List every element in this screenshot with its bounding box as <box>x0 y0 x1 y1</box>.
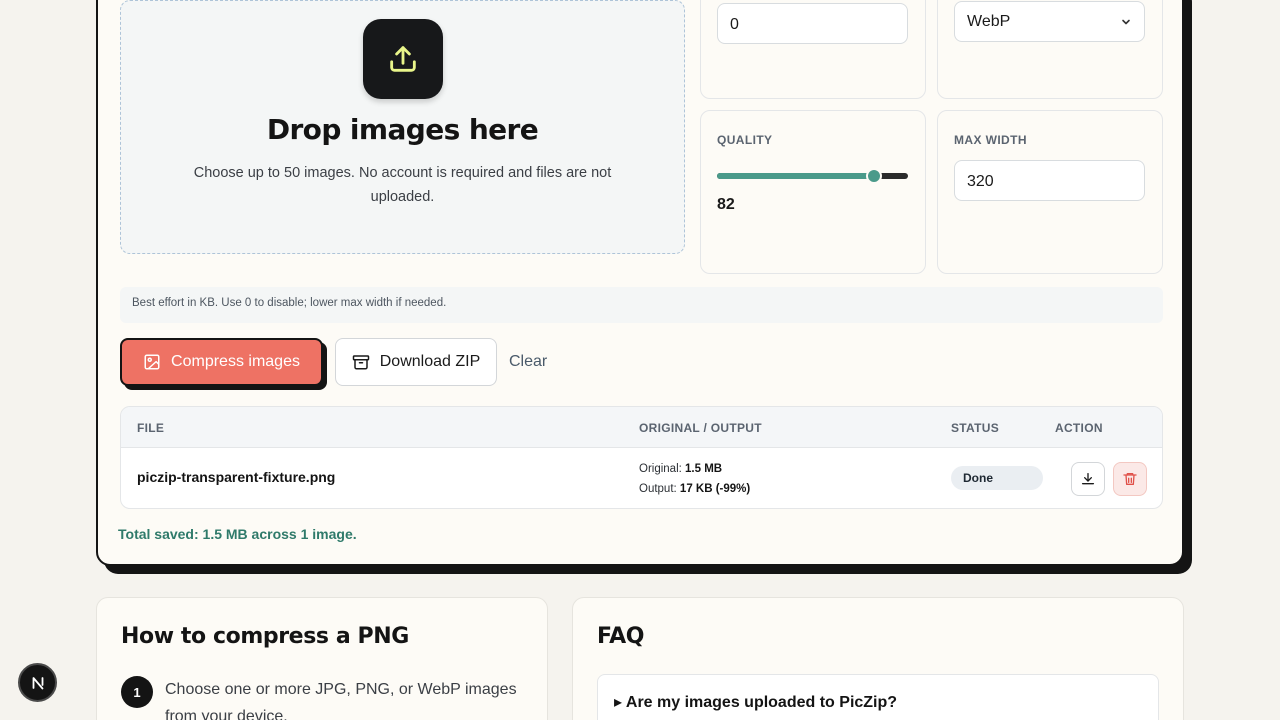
results-header: FILE ORIGINAL / OUTPUT STATUS ACTION <box>121 407 1162 448</box>
dropzone-title: Drop images here <box>266 113 539 146</box>
chevron-down-icon <box>1122 19 1130 24</box>
format-select-value: WebP <box>967 13 1011 30</box>
original-label: Original: <box>639 463 682 475</box>
clear-button[interactable]: Clear <box>509 338 547 386</box>
upload-icon <box>390 46 416 72</box>
compress-button[interactable]: Compress images <box>120 338 323 386</box>
format-select[interactable]: WebP <box>954 1 1145 42</box>
total-saved: Total saved: 1.5 MB across 1 image. <box>118 526 357 542</box>
download-file-button[interactable] <box>1071 462 1105 496</box>
column-header-sizes: ORIGINAL / OUTPUT <box>639 421 762 435</box>
quality-slider-thumb[interactable] <box>865 168 882 184</box>
column-header-action: ACTION <box>1055 421 1103 435</box>
quality-slider-fill <box>717 173 874 179</box>
file-sizes: Original: 1.5 MB Output: 17 KB (-99%) <box>639 459 750 499</box>
quality-value: 82 <box>717 196 735 213</box>
compressor-card: Drop images here Choose up to 50 images.… <box>96 0 1184 566</box>
how-to-card: How to compress a PNG 1 Choose one or mo… <box>96 597 548 720</box>
target-size-card: 0 <box>700 0 926 99</box>
upload-button[interactable] <box>363 19 443 99</box>
faq-item[interactable]: ▸ Are my images uploaded to PicZip? <box>597 674 1159 720</box>
max-width-label: MAX WIDTH <box>954 133 1027 147</box>
quality-slider[interactable] <box>717 168 908 184</box>
max-width-card: MAX WIDTH 320 <box>937 110 1163 274</box>
dropzone[interactable]: Drop images here Choose up to 50 images.… <box>120 0 685 254</box>
step-text: Choose one or more JPG, PNG, or WebP ima… <box>165 681 517 720</box>
quality-card: QUALITY 82 <box>700 110 926 274</box>
target-size-input[interactable]: 0 <box>717 3 908 44</box>
format-card: WebP <box>937 0 1163 99</box>
faq-title: FAQ <box>597 624 645 649</box>
output-size: 17 KB (-99%) <box>679 483 751 495</box>
n-logo-icon <box>32 676 43 689</box>
archive-icon <box>352 355 369 370</box>
size-hint: Best effort in KB. Use 0 to disable; low… <box>120 287 1163 323</box>
download-zip-label: Download ZIP <box>379 353 481 370</box>
download-icon <box>1082 473 1094 485</box>
step-number: 1 <box>121 676 153 708</box>
how-to-title: How to compress a PNG <box>121 624 409 649</box>
trash-icon <box>1123 473 1137 485</box>
dropzone-description: Choose up to 50 images. No account is re… <box>193 165 612 205</box>
file-name: piczip-transparent-fixture.png <box>137 469 336 485</box>
faq-card: FAQ ▸ Are my images uploaded to PicZip? <box>572 597 1184 720</box>
original-size: 1.5 MB <box>685 463 723 475</box>
download-zip-button[interactable]: Download ZIP <box>335 338 497 386</box>
column-header-status: STATUS <box>951 421 1000 435</box>
dev-tools-badge[interactable] <box>18 663 57 702</box>
image-icon <box>144 354 160 370</box>
compress-button-label: Compress images <box>171 353 300 370</box>
output-label: Output: <box>639 483 677 495</box>
status-badge: Done <box>951 466 1043 490</box>
results-table: FILE ORIGINAL / OUTPUT STATUS ACTION pic… <box>120 406 1163 509</box>
column-header-file: FILE <box>137 421 165 435</box>
quality-label: QUALITY <box>717 133 773 147</box>
delete-file-button[interactable] <box>1113 462 1147 496</box>
max-width-input[interactable]: 320 <box>954 160 1145 201</box>
